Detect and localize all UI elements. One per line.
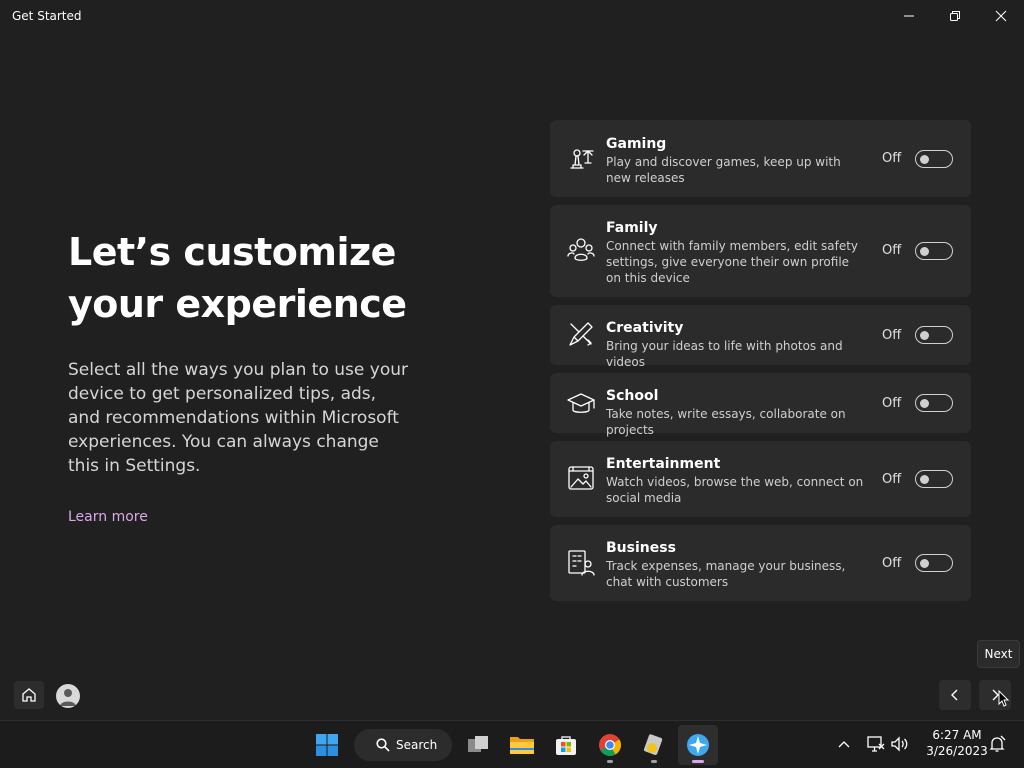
- card-description: Track expenses, manage your business, ch…: [606, 559, 846, 589]
- microsoft-store-button[interactable]: [546, 725, 586, 765]
- taskbar-search[interactable]: Search: [354, 729, 452, 761]
- card-title: Creativity: [606, 320, 684, 336]
- start-button[interactable]: [307, 725, 347, 765]
- toggle-knob: [920, 155, 929, 164]
- card-title: Business: [606, 540, 676, 556]
- mouse-cursor-icon: [998, 690, 1010, 707]
- chrome-icon: [599, 734, 621, 756]
- card-description: Connect with family members, edit safety…: [606, 239, 859, 285]
- entertainment-toggle[interactable]: [915, 470, 953, 488]
- home-button[interactable]: [14, 681, 44, 709]
- network-button[interactable]: [866, 733, 886, 755]
- toggle-state-label: Off: [882, 151, 902, 166]
- chevron-left-icon: [951, 689, 958, 701]
- toggle-state-label: Off: [882, 243, 902, 258]
- school-icon: [566, 389, 596, 419]
- get-started-button[interactable]: [678, 725, 718, 765]
- app-title: Get Started: [12, 9, 82, 23]
- folder-icon: [510, 737, 534, 754]
- title-bar: Get Started: [0, 0, 1024, 32]
- creativity-toggle[interactable]: [915, 326, 953, 344]
- taskbar-clock[interactable]: 6:27 AM 3/26/2023: [918, 727, 996, 759]
- school-toggle[interactable]: [915, 394, 953, 412]
- windows-start-icon: [316, 734, 338, 756]
- avatar[interactable]: [56, 684, 80, 708]
- next-tooltip: Next: [977, 640, 1020, 668]
- card-title: Family: [606, 220, 658, 236]
- task-view-icon: [468, 736, 488, 752]
- card-title: Entertainment: [606, 456, 721, 472]
- app-icon: [643, 734, 663, 755]
- toggle-state-label: Off: [882, 328, 902, 343]
- toggle-state-label: Off: [882, 472, 902, 487]
- learn-more-link[interactable]: Learn more: [68, 509, 148, 525]
- restore-button[interactable]: [932, 0, 978, 32]
- toggle-knob: [920, 475, 929, 484]
- volume-button[interactable]: [890, 733, 910, 755]
- volume-icon: [891, 736, 908, 752]
- minimize-button[interactable]: [886, 0, 932, 32]
- card-description: Take notes, write essays, collaborate on…: [606, 407, 846, 437]
- business-icon: [566, 547, 596, 577]
- card-description: Play and discover games, keep up with ne…: [606, 155, 841, 185]
- home-icon: [22, 688, 36, 702]
- business-toggle[interactable]: [915, 554, 953, 572]
- toggle-knob: [920, 399, 929, 408]
- get-started-icon: [687, 734, 709, 756]
- option-card-creativity[interactable]: Creativity Bring your ideas to life with…: [550, 305, 971, 369]
- page-title: Let’s customize your experience: [68, 230, 407, 326]
- option-card-gaming[interactable]: Gaming Play and discover games, keep up …: [550, 120, 971, 197]
- option-card-family[interactable]: Family Connect with family members, edit…: [550, 205, 971, 297]
- network-icon: [867, 736, 885, 752]
- restore-icon: [950, 11, 960, 21]
- user-icon: [60, 689, 76, 706]
- running-indicator: [651, 760, 657, 763]
- toggle-knob: [920, 559, 929, 568]
- toggle-knob: [920, 331, 929, 340]
- notification-bell-icon: [989, 735, 1006, 752]
- card-title: School: [606, 388, 659, 404]
- toggle-state-label: Off: [882, 396, 902, 411]
- option-card-business[interactable]: Business Track expenses, manage your bus…: [550, 525, 971, 601]
- close-icon: [995, 10, 1007, 22]
- chrome-button[interactable]: [590, 725, 630, 765]
- option-card-school[interactable]: School Take notes, write essays, collabo…: [550, 373, 971, 437]
- page-description: Select all the ways you plan to use your…: [68, 360, 408, 476]
- family-toggle[interactable]: [915, 242, 953, 260]
- toggle-knob: [920, 247, 929, 256]
- file-explorer-button[interactable]: [502, 725, 542, 765]
- card-title: Gaming: [606, 136, 667, 152]
- taskbar: Search 6:27 AM 3/26/2023: [0, 720, 1024, 768]
- task-view-button[interactable]: [458, 725, 498, 765]
- family-icon: [566, 235, 596, 265]
- minimize-icon: [904, 15, 914, 17]
- running-indicator: [607, 760, 613, 763]
- card-description: Bring your ideas to life with photos and…: [606, 339, 843, 369]
- card-description: Watch videos, browse the web, connect on…: [606, 475, 864, 505]
- gaming-toggle[interactable]: [915, 150, 953, 168]
- chevron-up-icon: [838, 741, 850, 748]
- toggle-state-label: Off: [882, 556, 902, 571]
- clock-date: 3/26/2023: [926, 744, 988, 758]
- search-icon: [376, 738, 390, 752]
- option-card-entertainment[interactable]: Entertainment Watch videos, browse the w…: [550, 441, 971, 517]
- gaming-icon: [566, 143, 596, 173]
- store-icon: [556, 736, 576, 755]
- creativity-icon: [566, 319, 596, 349]
- show-hidden-icons-button[interactable]: [834, 733, 854, 755]
- entertainment-icon: [566, 463, 596, 493]
- clock-time: 6:27 AM: [932, 728, 982, 742]
- search-label: Search: [396, 738, 438, 752]
- back-button[interactable]: [939, 680, 971, 710]
- app-button[interactable]: [634, 725, 674, 765]
- active-indicator: [692, 760, 704, 763]
- close-button[interactable]: [978, 0, 1024, 32]
- notifications-button[interactable]: [987, 733, 1007, 755]
